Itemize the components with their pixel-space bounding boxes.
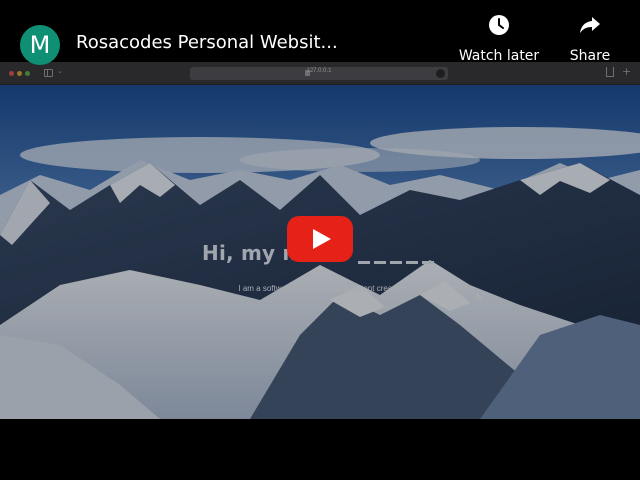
new-tab-icon: + xyxy=(622,65,632,78)
address-text: 127.0.0.1 xyxy=(306,68,332,74)
watch-later-button[interactable]: Watch later xyxy=(456,14,542,64)
watch-later-label: Watch later xyxy=(458,48,540,64)
play-button[interactable] xyxy=(287,216,353,262)
video-title-link[interactable]: Rosacodes Personal Websit... xyxy=(76,32,338,53)
clock-icon xyxy=(489,15,509,35)
browser-toolbar: ⌄ 127.0.0.1 + xyxy=(0,62,640,85)
browser-share-icon xyxy=(606,67,614,77)
share-button[interactable]: Share xyxy=(562,14,618,64)
zoom-dot-icon xyxy=(25,71,30,76)
typing-placeholder-dashes xyxy=(358,261,436,264)
minimize-dot-icon xyxy=(17,71,22,76)
reader-icon xyxy=(436,69,445,78)
hero-title: Hi, my n xyxy=(202,241,297,265)
address-bar: 127.0.0.1 xyxy=(190,67,448,80)
share-arrow-icon xyxy=(580,17,600,33)
chevron-down-icon: ⌄ xyxy=(57,67,63,75)
video-player[interactable]: ⌄ 127.0.0.1 + Hi, my n I am a software d… xyxy=(0,0,640,480)
channel-avatar[interactable]: M xyxy=(20,25,60,65)
hero-subtitle: I am a software developer and content cr… xyxy=(238,284,402,293)
share-label: Share xyxy=(569,48,611,64)
sidebar-toggle-icon xyxy=(44,69,53,77)
close-dot-icon xyxy=(9,71,14,76)
